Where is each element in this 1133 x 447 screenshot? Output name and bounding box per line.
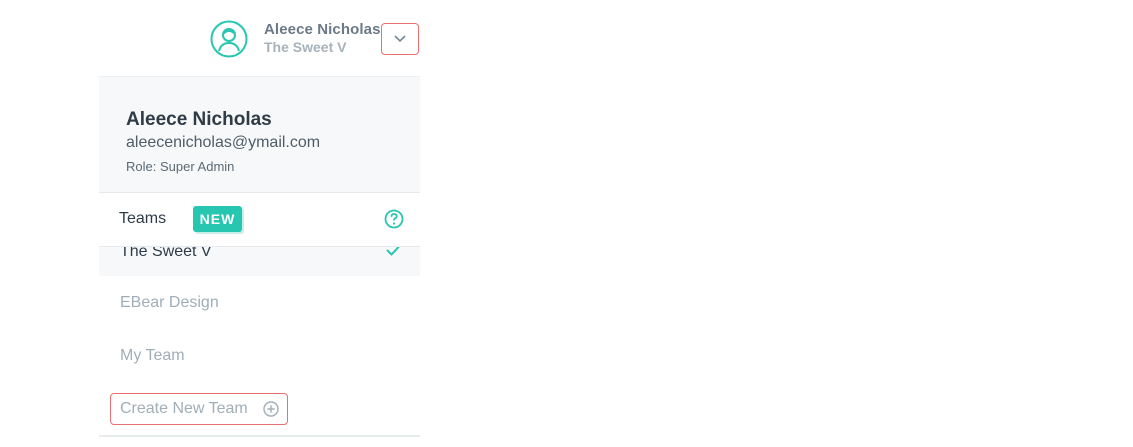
- teams-header: Teams NEW: [99, 193, 420, 247]
- plus-circle-icon: [263, 401, 279, 417]
- user-avatar-icon[interactable]: [210, 20, 248, 58]
- create-new-team-label: Create New Team: [120, 400, 248, 417]
- profile-role: Role: Super Admin: [126, 159, 235, 174]
- account-dropdown-button[interactable]: [381, 23, 419, 55]
- profile-section: Aleece Nicholas aleecenicholas@ymail.com…: [99, 77, 420, 193]
- teams-label: Teams: [119, 210, 167, 227]
- team-item-the-sweet-v[interactable]: The Sweet V: [99, 243, 420, 276]
- team-item-ebear-design[interactable]: EBear Design: [99, 277, 420, 330]
- team-item-label: EBear Design: [120, 294, 219, 311]
- question-circle-icon[interactable]: [384, 209, 404, 229]
- new-badge: NEW: [193, 206, 242, 232]
- team-item-label: My Team: [120, 347, 185, 364]
- account-dropdown-menu: Aleece Nicholas aleecenicholas@ymail.com…: [99, 76, 420, 437]
- profile-name: Aleece Nicholas: [126, 109, 272, 130]
- dropdown-bottom-divider: [99, 435, 420, 437]
- account-header: Aleece Nicholas The Sweet V: [210, 18, 425, 62]
- header-current-team: The Sweet V: [264, 39, 347, 55]
- chevron-down-icon: [394, 35, 406, 43]
- header-user-name: Aleece Nicholas: [264, 21, 381, 38]
- team-item-my-team[interactable]: My Team: [99, 330, 420, 383]
- create-new-team-button[interactable]: Create New Team: [110, 393, 288, 425]
- user-summary: Aleece Nicholas The Sweet V: [264, 21, 381, 55]
- profile-email: aleecenicholas@ymail.com: [126, 134, 321, 151]
